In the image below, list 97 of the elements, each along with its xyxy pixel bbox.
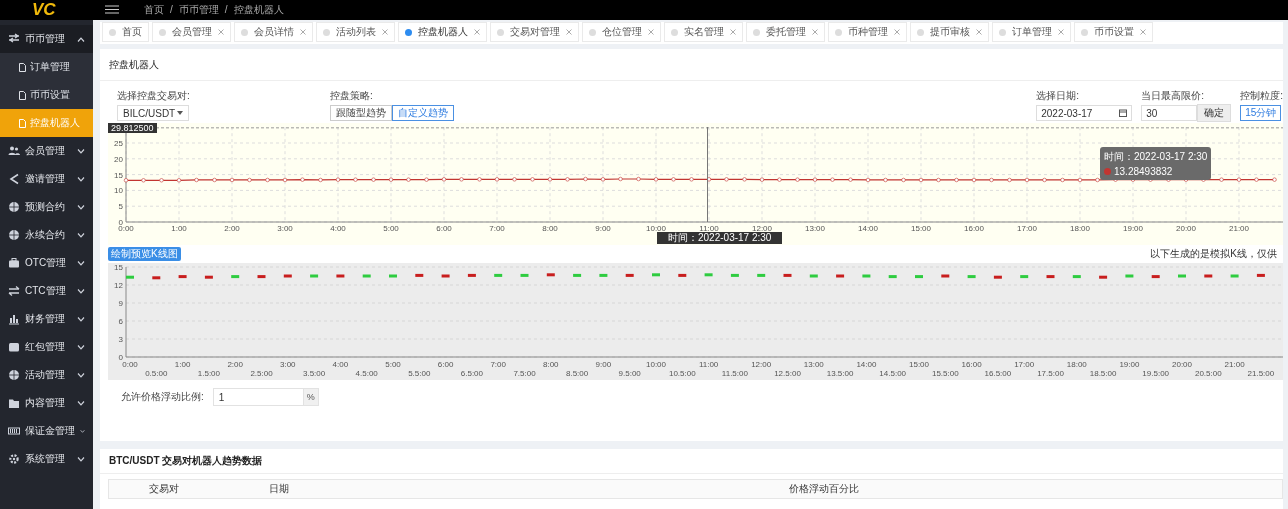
axis-tick-label: 0:00 [122,360,138,369]
axis-tick-label: 1:00 [171,224,187,233]
axis-tick-label: 8:00 [542,224,558,233]
breadcrumb-separator: / [170,4,173,16]
axis-tick-label: 3 [118,335,123,344]
axis-tick-label: 19:00 [1123,224,1143,233]
axis-tick-label: 3:00 [280,360,296,369]
axis-tick-label: 14:00 [858,224,878,233]
axis-pointer-label: 时间：2022-03-17 2:30 [657,232,783,244]
axis-tick-label: 11.5:00 [721,369,748,378]
axis-tick-label: 12:00 [751,360,772,369]
axis-tick-label: 21:00 [1224,360,1245,369]
axis-tick-label: 1.5:00 [197,369,220,378]
axis-tick-label: 12 [114,281,123,290]
axis-tick-label: 13:00 [803,360,824,369]
axis-tick-label: 6 [118,317,123,326]
axis-tick-label: 15 [114,170,123,180]
axis-tick-label: 2:00 [227,360,243,369]
column-header: 日期 [268,482,290,496]
axis-tick-label: 10:00 [646,360,666,369]
axis-tick-label: 4:00 [330,224,346,233]
breadcrumb-separator: / [224,4,228,16]
axis-tick-label: 5.5:00 [408,369,431,378]
axis-tick-label: 0:00 [118,224,134,233]
axis-tick-label: 18:00 [1066,360,1087,369]
logo: VC [32,0,56,20]
axis-tick-label: 5:00 [385,360,401,369]
axis-tick-label: 17.5:00 [1037,369,1064,378]
axis-tick-label: 16:00 [964,224,984,233]
axis-tick-label: 13:00 [805,224,825,233]
axis-tick-label: 25 [114,139,123,148]
tooltip-value: 13.28493832 [1114,166,1173,177]
axis-tick-label: 8.5:00 [565,369,589,378]
axis-tick-label: 17:00 [1014,360,1035,369]
axis-tick-label: 17:00 [1017,224,1037,233]
axis-tick-label: 20.5:00 [1194,369,1222,378]
field-label: 当日最高限价: [1141,89,1205,103]
axis-tick-label: 19:00 [1119,360,1140,369]
axis-tick-label: 5:00 [383,224,399,233]
axis-tick-label: 4:00 [332,360,349,369]
card-title: BTC/USDT 交易对机器人趋势数据 [100,449,1283,474]
field-label: 控盘策略: [330,89,374,103]
axis-tick-label: 7.5:00 [513,369,536,378]
axis-tick-label: 10:00 [646,224,666,233]
axis-tick-label: 6.5:00 [460,369,483,378]
column-header: 价格浮动百分比 [788,482,860,496]
axis-tick-label: 18.5:00 [1089,369,1117,378]
axis-tick-label: 15:00 [911,224,931,233]
axis-tick-label: 3:00 [277,224,293,233]
axis-tick-label: 15.5:00 [931,369,959,378]
axis-tick-label: 12:00 [752,224,772,233]
axis-tick-label: 5 [118,202,123,212]
axis-tick-label: 9:00 [595,224,611,233]
axis-tick-label: 0 [118,218,123,227]
axis-tick-label: 6:00 [437,360,454,369]
axis-tick-label: 20:00 [1172,360,1192,369]
field-label: 控制粒度: [1240,89,1283,103]
axis-tick-label: 13.5:00 [826,369,854,378]
axis-tick-label: 20:00 [1176,224,1196,233]
field-label: 选择日期: [1036,89,1080,103]
axis-tick-label: 1:00 [174,360,191,369]
notice-text: 以下生成的是模拟K线，仅供 [1150,246,1277,261]
axis-tick-label: 10 [114,186,123,196]
axis-tick-label: 12.5:00 [774,369,801,378]
axis-tick-label: 9.5:00 [618,369,641,378]
axis-tick-label: 15:00 [909,360,929,369]
axis-tick-label: 16.5:00 [984,369,1012,378]
axis-tick-label: 10.5:00 [668,369,696,378]
axis-tick-label: 2:00 [224,224,240,233]
field-label: 选择控盘交易对: [117,89,191,103]
axis-tick-label: 2.5:00 [250,369,273,378]
axis-tick-label: 19.5:00 [1142,369,1170,378]
axis-tick-label: 0 [118,353,123,362]
axis-tick-label: 9 [118,299,123,308]
axis-tick-label: 18:00 [1070,224,1090,233]
axis-tick-label: 21:00 [1229,224,1249,233]
axis-tick-label: 11:00 [699,224,719,233]
axis-tick-label: 7:00 [490,360,506,369]
axis-tick-label: 6:00 [436,224,452,233]
axis-tick-label: 0.5:00 [145,369,168,378]
field-label: 允许价格浮动比例: [121,390,204,404]
axis-tick-label: 21.5:00 [1247,369,1275,378]
column-header: 交易对 [148,482,180,496]
axis-tick-label: 3.5:00 [303,369,326,378]
axis-tick-label: 9:00 [595,360,612,369]
tooltip-time: 时间：2022-03-17 2:30 [1104,150,1208,164]
card-title: 控盘机器人 [100,49,1283,81]
axis-tick-label: 8:00 [543,360,559,369]
axis-tick-label: 16:00 [961,360,982,369]
axis-pointer-label: 29.812500 [108,123,157,133]
axis-tick-label: 11:00 [698,360,719,369]
axis-tick-label: 14.5:00 [879,369,907,378]
axis-tick-label: 14:00 [856,360,877,369]
axis-tick-label: 7:00 [489,224,505,233]
axis-tick-label: 20 [114,154,123,164]
axis-tick-label: 4.5:00 [355,369,378,378]
axis-tick-label: 15 [114,263,123,272]
